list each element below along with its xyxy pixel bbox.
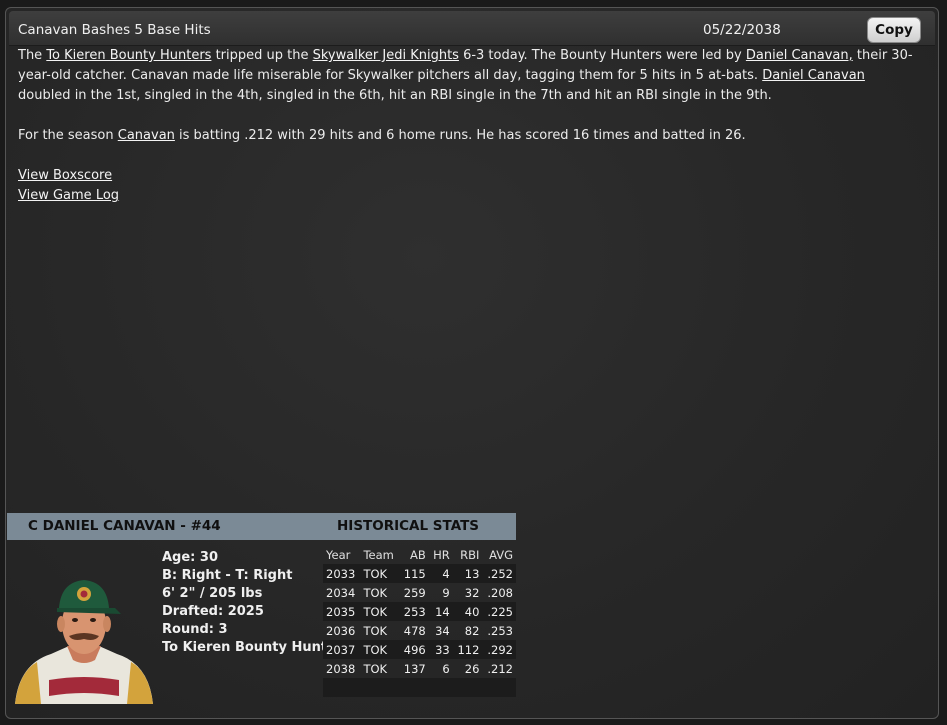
cell-hr: 34 [435,623,450,638]
player-card-header: C DANIEL CANAVAN - #44 HISTORICAL STATS [7,513,516,540]
cell-avg: .252 [482,564,516,583]
cell-hr: 4 [428,564,453,583]
table-row: 2036 TOK 478 34 82 .253 [323,621,516,640]
table-row: 2035 TOK 253 14 40 .225 [323,602,516,621]
cell-rbi: 40 [452,602,483,621]
player-link-canavan-2[interactable]: Daniel Canavan [762,68,865,83]
cell-team: TOK [363,623,388,638]
table-row: 2038 TOK 137 6 26 .212 [323,659,516,678]
historical-stats-table: Year Team AB HR RBI AVG 2033 TOK 115 4 1… [323,545,518,697]
copy-button[interactable]: Copy [867,17,921,43]
cell-rbi: 13 [452,564,483,583]
article-links: View Boxscore View Game Log [18,166,918,206]
cell-rbi: 26 [464,661,480,676]
player-link-canavan[interactable]: Daniel Canavan, [746,48,853,63]
col-rbi: RBI [460,547,480,562]
bio-team: To Kieren Bounty Hunters [162,640,351,655]
cell-avg: .208 [487,585,513,600]
player-bio: Age: 30 B: Right - T: Right 6' 2" / 205 … [162,549,350,657]
article-paragraph-2: For the season Canavan is batting .212 w… [18,126,918,146]
cell-hr: 6 [442,661,450,676]
cell-rbi: 82 [464,623,480,638]
text-segment: doubled in the 1st, singled in the 4th, … [18,88,772,103]
cell-ab: 478 [403,623,426,638]
historical-stats-heading: HISTORICAL STATS [337,518,480,534]
title-bar: Canavan Bashes 5 Base Hits 05/22/2038 Co… [9,11,935,46]
cell-avg: .225 [482,602,516,621]
col-year: Year [326,547,351,562]
table-row: 2033 TOK 115 4 13 .252 [323,564,516,583]
text-segment: The [18,48,47,63]
cell-year: 2033 [323,564,361,583]
text-segment: 6-3 today. The Bounty Hunters were led b… [458,48,746,63]
bio-height-weight: 6' 2" / 205 lbs [162,586,263,601]
text-segment: tripped up the [211,48,313,63]
cell-ab: 259 [403,585,426,600]
article-body: The To Kieren Bounty Hunters tripped up … [18,46,918,206]
cell-year: 2037 [323,640,361,659]
table-row: 2037 TOK 496 33 112 .292 [323,640,516,659]
player-portrait [11,546,157,704]
stats-header-row: Year Team AB HR RBI AVG [323,545,516,564]
cell-year: 2034 [326,585,356,600]
headline-title: Canavan Bashes 5 Base Hits [18,22,211,38]
cell-ab: 253 [399,602,429,621]
text-segment: is batting .212 with 29 hits and 6 home … [174,128,746,143]
cell-ab: 137 [403,661,426,676]
cell-team: TOK [363,661,388,676]
bio-bats-throws: B: Right - T: Right [162,568,293,583]
cell-avg: .212 [487,661,513,676]
text-segment: For the season [18,128,118,143]
cell-hr: 33 [428,640,453,659]
cell-rbi: 112 [452,640,483,659]
bio-age: Age: 30 [162,550,218,565]
table-row: 2034 TOK 259 9 32 .208 [323,583,516,602]
cell-rbi: 32 [464,585,480,600]
headline-date: 05/22/2038 [703,22,781,38]
cell-team: TOK [360,640,400,659]
player-name-heading: C DANIEL CANAVAN - #44 [28,518,221,534]
cell-hr: 14 [428,602,453,621]
stats-footer-bar [323,678,516,697]
bio-round: Round: 3 [162,622,228,637]
cell-year: 2036 [326,623,356,638]
col-team: Team [363,547,394,562]
bio-drafted: Drafted: 2025 [162,604,264,619]
cell-avg: .292 [482,640,516,659]
team-link-bounty-hunters[interactable]: To Kieren Bounty Hunters [46,48,211,63]
cell-avg: .253 [487,623,513,638]
cell-year: 2038 [326,661,356,676]
cell-team: TOK [360,602,400,621]
team-link-jedi-knights[interactable]: Skywalker Jedi Knights [313,48,459,63]
cell-year: 2035 [323,602,361,621]
player-link-canavan-3[interactable]: Canavan [118,128,175,143]
view-game-log-link[interactable]: View Game Log [18,186,918,206]
cell-team: TOK [360,564,400,583]
view-boxscore-link[interactable]: View Boxscore [18,166,918,186]
cell-ab: 115 [399,564,429,583]
col-ab: AB [409,547,426,562]
cell-team: TOK [363,585,388,600]
cell-ab: 496 [399,640,429,659]
col-avg: AVG [489,547,513,562]
cell-hr: 9 [442,585,450,600]
article-paragraph-1: The To Kieren Bounty Hunters tripped up … [18,46,918,106]
col-hr: HR [433,547,450,562]
